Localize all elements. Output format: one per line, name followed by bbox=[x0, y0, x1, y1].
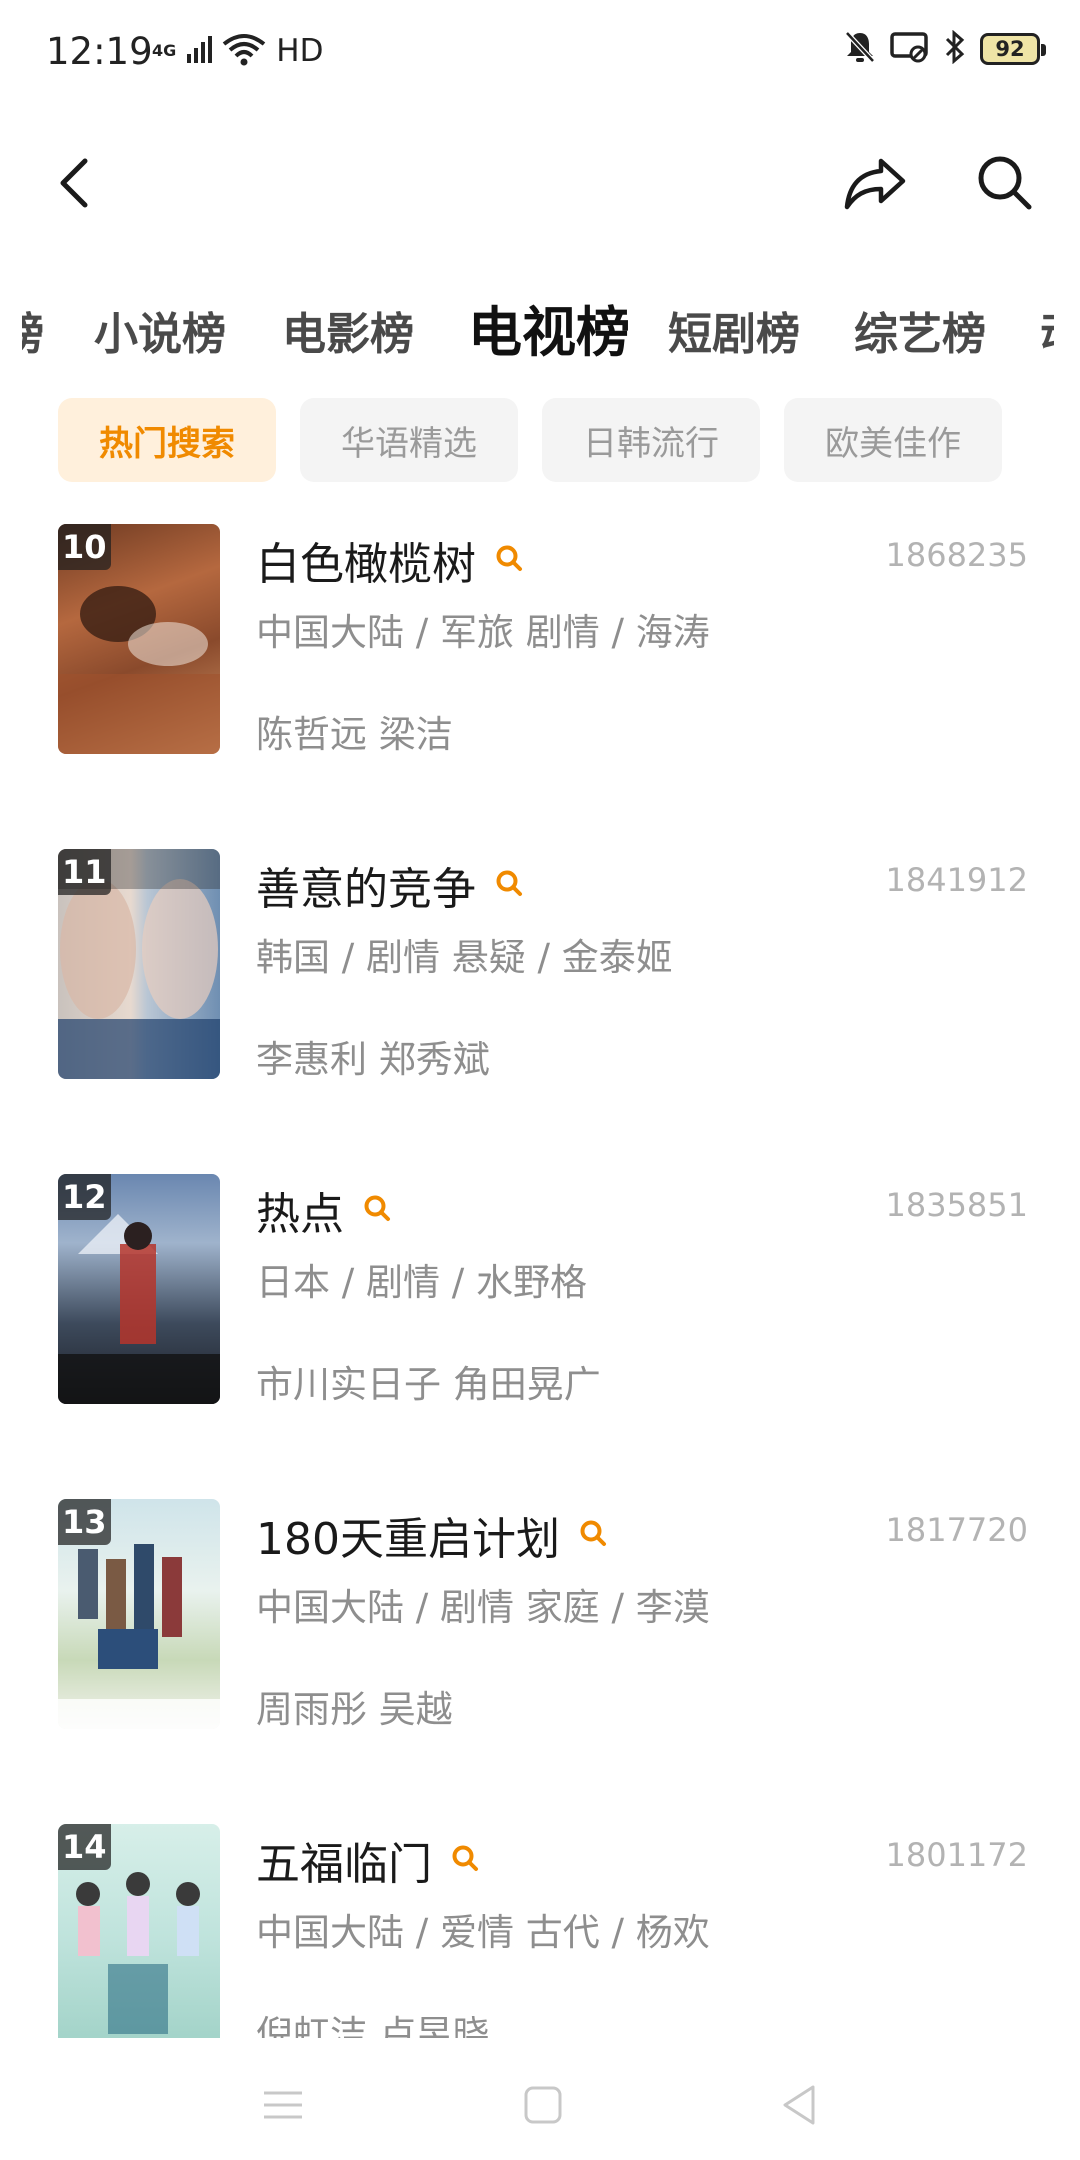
search-tag-icon[interactable] bbox=[362, 1193, 392, 1227]
category-tab-partial-left[interactable]: 榜 bbox=[22, 298, 44, 362]
category-tab-partial-right[interactable]: 动 bbox=[1040, 298, 1054, 362]
bluetooth-icon bbox=[944, 29, 966, 68]
list-item[interactable]: 14 五福临门 1801172 中国大陆 / 爱情 古代 / 杨欢 倪虹洁 卢昱… bbox=[0, 1822, 1080, 2038]
battery-level: 92 bbox=[995, 37, 1025, 61]
tab-tv-ranking[interactable]: 电视榜 bbox=[468, 288, 630, 367]
drama-title[interactable]: 白色橄榄树 bbox=[256, 528, 476, 592]
hd-label: HD bbox=[276, 33, 324, 69]
list-item[interactable]: 10 白色橄榄树 1868235 中国大陆 / 军旅 剧情 / 海涛 陈哲远 梁… bbox=[0, 522, 1080, 847]
drama-cast: 倪虹洁 卢昱晓 bbox=[256, 2013, 490, 2038]
tab-movie-ranking[interactable]: 电影榜 bbox=[282, 298, 414, 362]
drama-cast: 市川实日子 角田晃广 bbox=[256, 1363, 601, 1406]
list-item[interactable]: 12 热点 1835851 日本 / 剧情 / 水野格 市川实日子 角田晃广 bbox=[0, 1172, 1080, 1497]
list-item[interactable]: 11 善意的竞争 1841912 韩国 / 剧情 悬疑 / 金泰姬 李惠利 郑秀… bbox=[0, 847, 1080, 1172]
title-line: 热点 bbox=[256, 1178, 392, 1242]
rank-badge: 11 bbox=[58, 849, 111, 895]
poster-image[interactable]: 10 bbox=[58, 524, 220, 754]
title-line: 白色橄榄树 bbox=[256, 528, 524, 592]
wifi-icon bbox=[222, 32, 266, 70]
tab-short-drama-ranking[interactable]: 短剧榜 bbox=[668, 298, 800, 362]
heat-score: 1801172 bbox=[885, 1836, 1028, 1874]
battery-icon: 92 bbox=[980, 33, 1046, 65]
heat-score: 1835851 bbox=[885, 1186, 1028, 1224]
rank-badge: 12 bbox=[58, 1174, 111, 1220]
title-line: 五福临门 bbox=[256, 1828, 480, 1892]
chip-chinese-picks[interactable]: 华语精选 bbox=[300, 398, 518, 482]
chip-japan-korea[interactable]: 日韩流行 bbox=[542, 398, 760, 482]
home-icon[interactable] bbox=[520, 2082, 566, 2128]
bell-muted-icon bbox=[844, 30, 876, 68]
drama-meta: 中国大陆 / 军旅 剧情 / 海涛 bbox=[256, 611, 710, 654]
drama-title[interactable]: 五福临门 bbox=[256, 1828, 432, 1892]
cast-icon bbox=[890, 31, 930, 67]
back-triangle-icon[interactable] bbox=[776, 2082, 822, 2128]
rank-badge: 10 bbox=[58, 524, 111, 570]
drama-meta: 中国大陆 / 爱情 古代 / 杨欢 bbox=[256, 1911, 710, 1954]
heat-score: 1841912 bbox=[885, 861, 1028, 899]
title-line: 善意的竞争 bbox=[256, 853, 524, 917]
drama-title[interactable]: 180天重启计划 bbox=[256, 1503, 560, 1567]
poster-image[interactable]: 11 bbox=[58, 849, 220, 1079]
list-item[interactable]: 13 180天重启计划 1817720 中国大陆 / 剧情 家庭 / 李漠 周雨… bbox=[0, 1497, 1080, 1822]
ranking-list: 10 白色橄榄树 1868235 中国大陆 / 军旅 剧情 / 海涛 陈哲远 梁… bbox=[0, 520, 1080, 2038]
back-icon[interactable] bbox=[42, 150, 108, 216]
search-tag-icon[interactable] bbox=[578, 1518, 608, 1552]
tab-novel-ranking[interactable]: 小说榜 bbox=[94, 298, 226, 362]
heat-score: 1868235 bbox=[885, 536, 1028, 574]
poster-image[interactable]: 13 bbox=[58, 1499, 220, 1729]
drama-meta: 韩国 / 剧情 悬疑 / 金泰姬 bbox=[256, 936, 673, 979]
header-bar bbox=[0, 130, 1080, 230]
share-icon[interactable] bbox=[842, 150, 908, 216]
menu-icon[interactable] bbox=[260, 2082, 306, 2128]
chip-hot-search[interactable]: 热门搜索 bbox=[58, 398, 276, 482]
drama-meta: 中国大陆 / 剧情 家庭 / 李漠 bbox=[256, 1586, 710, 1629]
rank-badge: 13 bbox=[58, 1499, 111, 1545]
chip-western-picks[interactable]: 欧美佳作 bbox=[784, 398, 1002, 482]
drama-title[interactable]: 善意的竞争 bbox=[256, 853, 476, 917]
category-tabs: 榜 小说榜 电影榜 电视榜 短剧榜 综艺榜 动 bbox=[0, 288, 1080, 368]
system-nav-bar bbox=[0, 2050, 1080, 2160]
drama-title[interactable]: 热点 bbox=[256, 1178, 344, 1242]
status-left-icons: 4G HD bbox=[152, 32, 323, 70]
search-tag-icon[interactable] bbox=[494, 868, 524, 902]
status-bar: 12:19 4G HD 92 bbox=[0, 0, 1080, 110]
search-tag-icon[interactable] bbox=[494, 543, 524, 577]
search-icon[interactable] bbox=[972, 150, 1038, 216]
drama-cast: 陈哲远 梁洁 bbox=[256, 713, 453, 756]
drama-cast: 李惠利 郑秀斌 bbox=[256, 1038, 490, 1081]
drama-meta: 日本 / 剧情 / 水野格 bbox=[256, 1261, 587, 1304]
title-line: 180天重启计划 bbox=[256, 1503, 608, 1567]
signal-icon bbox=[186, 34, 213, 68]
drama-cast: 周雨彤 吴越 bbox=[256, 1688, 453, 1731]
network-label: 4G bbox=[152, 41, 177, 60]
search-tag-icon[interactable] bbox=[450, 1843, 480, 1877]
status-time: 12:19 bbox=[46, 30, 153, 73]
tab-variety-ranking[interactable]: 综艺榜 bbox=[854, 298, 986, 362]
poster-image[interactable]: 12 bbox=[58, 1174, 220, 1404]
status-right-icons: 92 bbox=[844, 29, 1046, 68]
poster-image[interactable]: 14 bbox=[58, 1824, 220, 2038]
heat-score: 1817720 bbox=[885, 1511, 1028, 1549]
rank-badge: 14 bbox=[58, 1824, 111, 1870]
